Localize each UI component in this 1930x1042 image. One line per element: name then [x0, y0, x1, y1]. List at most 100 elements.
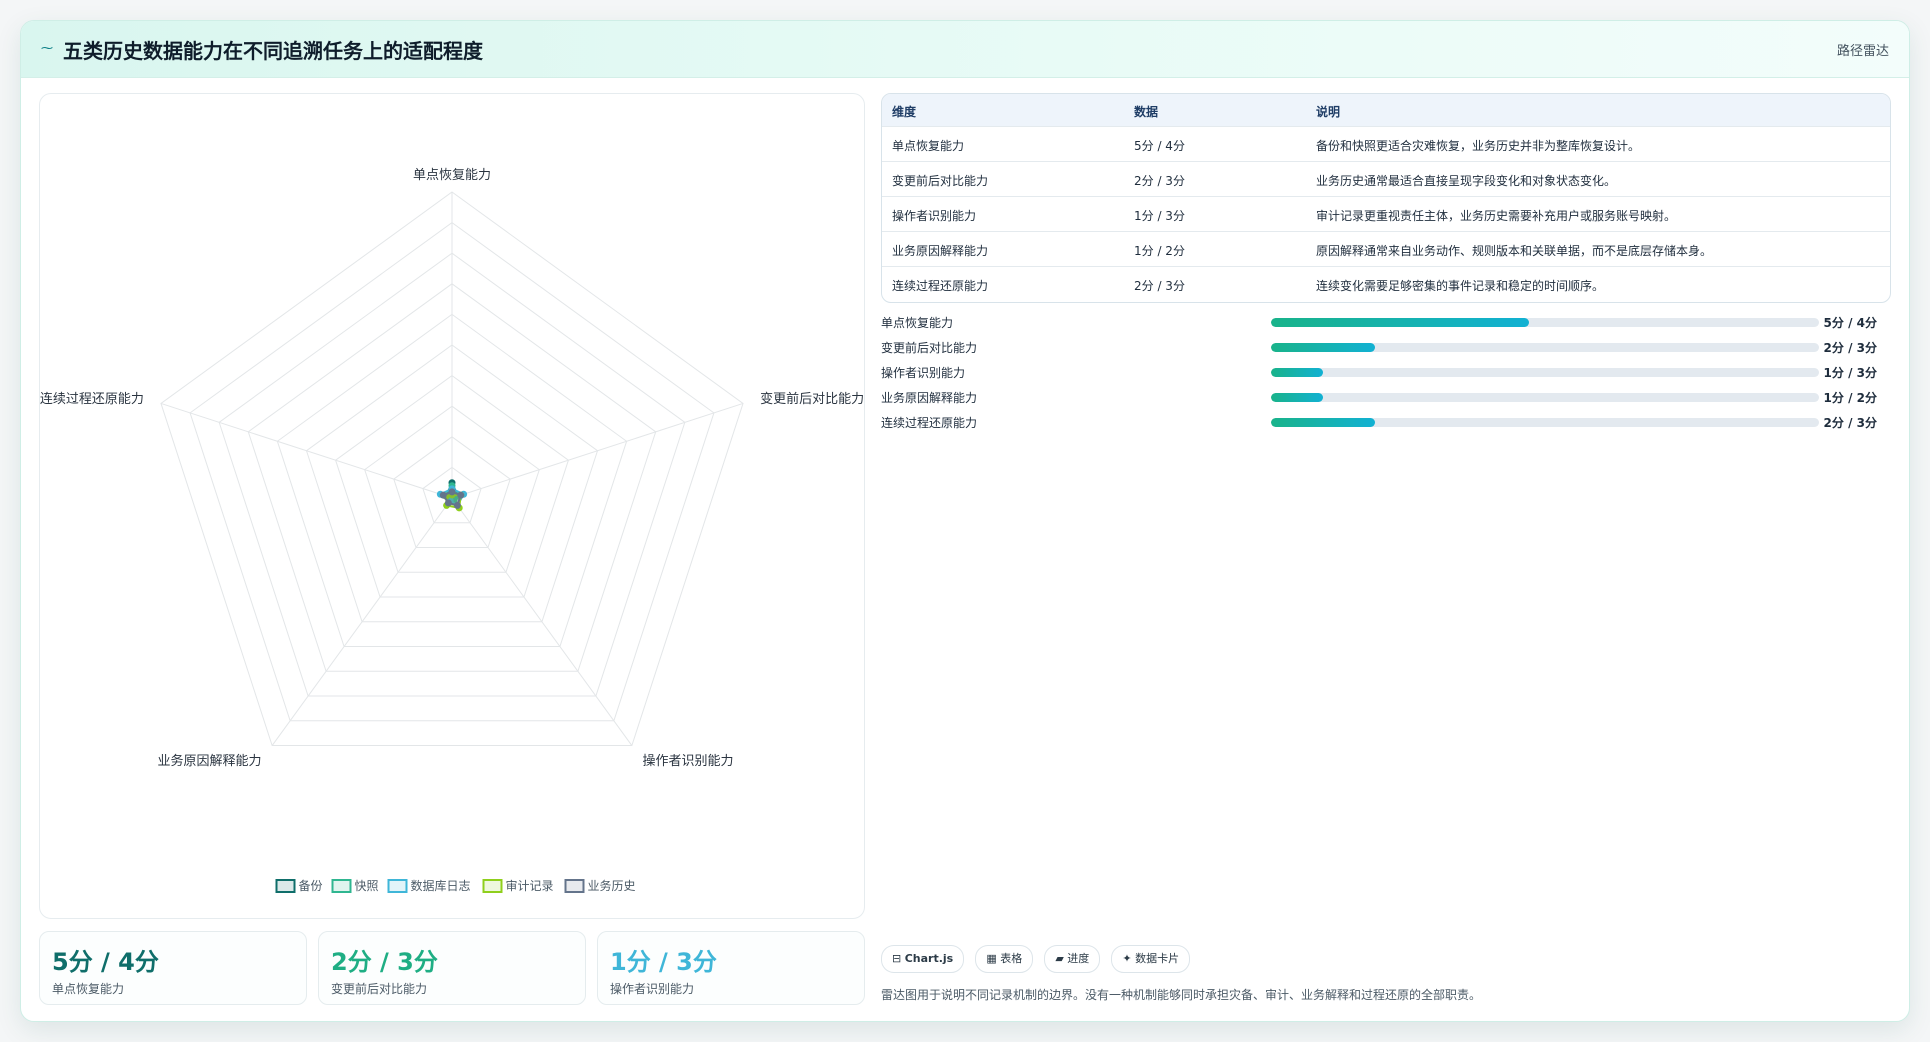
progress-value: 1分 / 2分 [1823, 391, 1877, 405]
radar-data-point [444, 499, 452, 507]
card-icon: ✦ [1122, 952, 1132, 965]
table-cell: 2分 / 3分 [1134, 279, 1185, 293]
table-row: 业务原因解释能力 1分 / 2分 原因解释通常来自业务动作、规则版本和关联单据，… [882, 231, 1890, 267]
radar-axis-label: 连续过程还原能力 [40, 391, 144, 407]
page-title: 五类历史数据能力在不同追溯任务上的适配程度 [63, 39, 483, 63]
chip-data-card[interactable]: ✦ 数据卡片 [1111, 945, 1191, 973]
progress-icon: ▰ [1055, 952, 1064, 965]
card-header: ⁓ 五类历史数据能力在不同追溯任务上的适配程度 路径雷达 [21, 21, 1909, 78]
table-row: 变更前后对比能力 2分 / 3分 业务历史通常最适合直接呈现字段变化和对象状态变… [882, 161, 1890, 197]
legend-swatch [564, 879, 585, 893]
radar-axis-label: 单点恢复能力 [413, 168, 491, 183]
progress-label: 单点恢复能力 [881, 316, 954, 330]
progress-fill [1271, 343, 1376, 352]
stat-label: 单点恢复能力 [52, 982, 125, 996]
wave-icon: ⁓ [41, 41, 53, 55]
legend-swatch [275, 879, 296, 893]
progress-fill [1271, 318, 1529, 327]
stat-value: 2分 / 3分 [331, 948, 438, 976]
radar-data-point [457, 491, 465, 499]
progress-track [1271, 318, 1819, 327]
table-icon: ▦ [986, 952, 997, 965]
progress-track [1271, 418, 1819, 427]
legend-label: 备份 [299, 879, 323, 893]
progress-label: 操作者识别能力 [881, 366, 966, 380]
progress-row: 操作者识别能力 1分 / 3分 [881, 362, 1889, 382]
stat-value: 5分 / 4分 [52, 948, 159, 976]
stat-card-compare: 2分 / 3分 变更前后对比能力 [318, 931, 586, 1005]
chip-label: Chart.js [904, 952, 954, 965]
progress-track [1271, 368, 1819, 377]
table-row: 连续过程还原能力 2分 / 3分 连续变化需要足够密集的事件记录和稳定的时间顺序… [882, 266, 1890, 302]
table-row: 操作者识别能力 1分 / 3分 审计记录更重视责任主体，业务历史需要补充用户或服… [882, 196, 1890, 232]
column-header-description: 说明 [1316, 105, 1341, 119]
progress-track [1271, 343, 1819, 352]
table-row: 单点恢复能力 5分 / 4分 备份和快照更适合灾难恢复，业务历史并非为整库恢复设… [882, 126, 1890, 162]
progress-label: 连续过程还原能力 [881, 416, 978, 430]
radar-axis-label: 业务原因解释能力 [158, 753, 262, 769]
legend-label: 数据库日志 [411, 878, 471, 893]
table-cell: 1分 / 3分 [1134, 209, 1185, 223]
table-cell: 业务历史通常最适合直接呈现字段变化和对象状态变化。 [1316, 174, 1617, 188]
stat-value: 1分 / 3分 [610, 948, 717, 976]
radar-data-point [439, 491, 447, 499]
radar-axis-line [160, 402, 453, 499]
column-header-dimension: 维度 [892, 105, 917, 119]
legend-swatch [482, 879, 503, 893]
radar-axis-label: 变更前后对比能力 [760, 391, 864, 407]
progress-value: 2分 / 3分 [1823, 341, 1877, 355]
progress-fill [1271, 418, 1376, 427]
radar-data-point [453, 501, 461, 509]
table-cell: 原因解释通常来自业务动作、规则版本和关联单据，而不是底层存储本身。 [1316, 244, 1713, 258]
progress-value: 2分 / 3分 [1823, 416, 1877, 430]
progress-label: 业务原因解释能力 [881, 391, 978, 405]
progress-fill [1271, 368, 1324, 377]
radar-axis-line [451, 402, 744, 499]
radar-chart-panel: 单点恢复能力 变更前后对比能力 操作者识别能力 业务原因解释能力 连续过程还原能力 备份 快… [39, 93, 865, 919]
column-header-data: 数据 [1134, 105, 1159, 119]
progress-label: 变更前后对比能力 [881, 341, 978, 355]
feature-chips: ⊟ Chart.js ▦ 表格 ▰ 进度 ✦ 数据卡片 [881, 945, 1196, 973]
chip-label: 进度 [1067, 952, 1090, 965]
table-cell: 单点恢复能力 [892, 139, 965, 153]
legend-label: 快照 [355, 879, 379, 893]
table-cell: 审计记录更重视责任主体，业务历史需要补充用户或服务账号映射。 [1316, 209, 1677, 223]
table-cell: 变更前后对比能力 [892, 174, 989, 188]
progress-row: 单点恢复能力 5分 / 4分 [881, 312, 1889, 332]
stat-label: 操作者识别能力 [610, 982, 695, 996]
table-cell: 操作者识别能力 [892, 209, 977, 223]
table-cell: 连续过程还原能力 [892, 279, 989, 293]
table-cell: 2分 / 3分 [1134, 174, 1185, 188]
chip-label: 数据卡片 [1135, 952, 1180, 965]
progress-value: 1分 / 3分 [1823, 366, 1877, 380]
progress-fill [1271, 393, 1324, 402]
progress-row: 连续过程还原能力 2分 / 3分 [881, 412, 1889, 432]
data-table: 维度 数据 说明 单点恢复能力 5分 / 4分 备份和快照更适合灾难恢复，业务历… [881, 93, 1891, 303]
header-tag: 路径雷达 [1836, 44, 1889, 59]
table-cell: 业务原因解释能力 [892, 244, 989, 258]
chip-table[interactable]: ▦ 表格 [975, 945, 1034, 973]
table-cell: 备份和快照更适合灾难恢复，业务历史并非为整库恢复设计。 [1316, 139, 1641, 153]
stat-card-recovery: 5分 / 4分 单点恢复能力 [39, 931, 307, 1005]
table-cell: 5分 / 4分 [1134, 139, 1185, 153]
legend-swatch [331, 879, 352, 893]
progress-value: 5分 / 4分 [1823, 316, 1877, 330]
legend-label: 业务历史 [588, 878, 636, 893]
chip-chartjs[interactable]: ⊟ Chart.js [881, 945, 965, 973]
chart-icon: ⊟ [892, 952, 902, 965]
chip-label: 表格 [1000, 952, 1023, 965]
stat-label: 变更前后对比能力 [331, 982, 428, 996]
progress-track [1271, 393, 1819, 402]
footnote: 雷达图用于说明不同记录机制的边界。没有一种机制能够同时承担灾备、审计、业务解释和… [881, 988, 1482, 1002]
stat-card-operator: 1分 / 3分 操作者识别能力 [597, 931, 865, 1005]
chip-progress[interactable]: ▰ 进度 [1044, 945, 1101, 973]
progress-row: 业务原因解释能力 1分 / 2分 [881, 387, 1889, 407]
table-header-row: 维度 数据 说明 [882, 94, 1890, 126]
radar-chart: 单点恢复能力变更前后对比能力操作者识别能力 业务原因解释能力 连续过程还原能力备份 快… [40, 168, 864, 893]
table-cell: 1分 / 2分 [1134, 244, 1185, 258]
table-cell: 连续变化需要足够密集的事件记录和稳定的时间顺序。 [1316, 279, 1605, 293]
radar-data-point [448, 488, 456, 496]
progress-row: 变更前后对比能力 2分 / 3分 [881, 337, 1889, 357]
legend-swatch [387, 879, 408, 893]
legend-label: 审计记录 [506, 878, 554, 893]
